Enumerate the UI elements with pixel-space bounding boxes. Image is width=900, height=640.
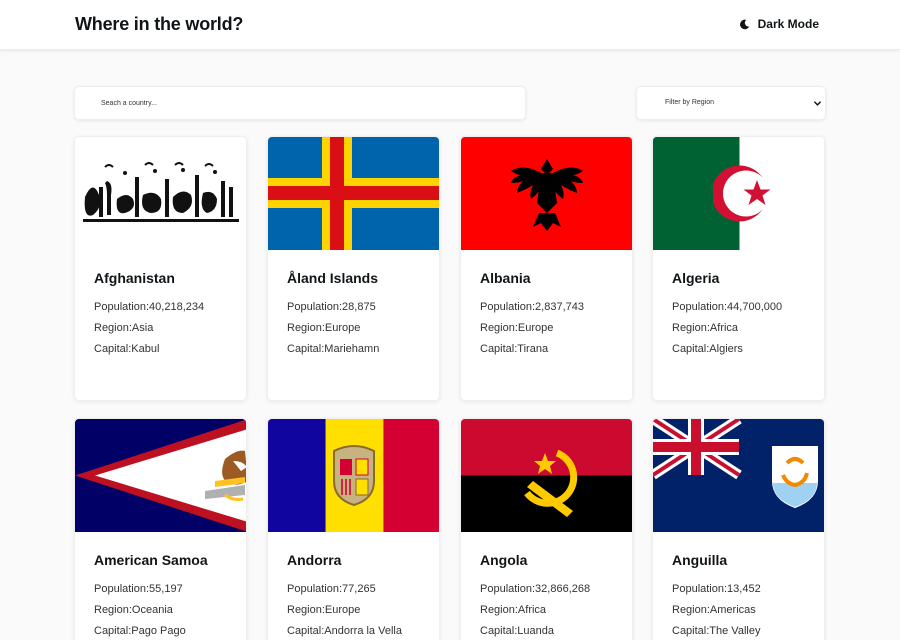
chevron-down-icon: [814, 101, 821, 106]
search-box: [74, 86, 526, 120]
population-row: Population:32,866,268: [480, 583, 591, 595]
capital-row: Capital:Andorra la Vella: [287, 625, 402, 637]
country-card[interactable]: Algeria Population:44,700,000 Region:Afr…: [652, 136, 825, 401]
population-row: Population:77,265: [287, 583, 376, 595]
population-row: Population:40,218,234: [94, 301, 205, 313]
search-input[interactable]: [75, 87, 525, 119]
american-samoa-flag-icon: [75, 419, 246, 532]
country-card[interactable]: American Samoa Population:55,197 Region:…: [74, 418, 247, 640]
country-card[interactable]: Albania Population:2,837,743 Region:Euro…: [460, 136, 633, 401]
population-row: Population:13,452: [672, 583, 761, 595]
country-name: American Samoa: [94, 552, 208, 568]
population-row: Population:44,700,000: [672, 301, 783, 313]
country-card[interactable]: Andorra Population:77,265 Region:Europe …: [267, 418, 440, 640]
dark-mode-toggle[interactable]: Dark Mode: [739, 17, 819, 31]
capital-row: Capital:Algiers: [672, 343, 743, 355]
capital-row: Capital:Mariehamn: [287, 343, 380, 355]
region-row: Region:Africa: [672, 322, 739, 334]
region-row: Region:Africa: [480, 604, 547, 616]
afghanistan-flag-icon: [75, 137, 246, 250]
region-row: Region:Oceania: [94, 604, 173, 616]
capital-row: Capital:The Valley: [672, 625, 761, 637]
region-filter-select[interactable]: Filter by Region: [636, 86, 826, 120]
country-card[interactable]: Afghanistan Population:40,218,234 Region…: [74, 136, 247, 401]
country-name: Anguilla: [672, 552, 728, 568]
capital-row: Capital:Pago Pago: [94, 625, 186, 637]
country-name: Afghanistan: [94, 270, 175, 286]
page-title: Where in the world?: [75, 14, 244, 34]
andorra-flag-icon: [268, 419, 439, 532]
albania-flag-icon: [461, 137, 632, 250]
country-card[interactable]: Angola Population:32,866,268 Region:Afri…: [460, 418, 633, 640]
country-card[interactable]: Anguilla Population:13,452 Region:Americ…: [652, 418, 825, 640]
region-row: Region:Europe: [287, 322, 361, 334]
anguilla-flag-icon: [653, 419, 824, 532]
capital-row: Capital:Kabul: [94, 343, 160, 355]
capital-row: Capital:Luanda: [480, 625, 555, 637]
population-row: Population:28,875: [287, 301, 376, 313]
country-name: Algeria: [672, 270, 720, 286]
population-row: Population:55,197: [94, 583, 183, 595]
country-name: Angola: [480, 552, 528, 568]
region-row: Region:Americas: [672, 604, 756, 616]
country-name: Åland Islands: [287, 270, 379, 286]
algeria-flag-icon: [653, 137, 824, 250]
aland-flag-icon: [268, 137, 439, 250]
dark-mode-label: Dark Mode: [757, 17, 819, 31]
angola-flag-icon: [461, 419, 632, 532]
capital-row: Capital:Tirana: [480, 343, 549, 355]
region-row: Region:Asia: [94, 322, 154, 334]
country-name: Albania: [480, 270, 531, 286]
app-header: Where in the world? Dark Mode: [0, 0, 900, 50]
country-card[interactable]: Åland Islands Population:28,875 Region:E…: [267, 136, 440, 401]
moon-icon: [739, 19, 749, 29]
region-row: Region:Europe: [287, 604, 361, 616]
population-row: Population:2,837,743: [480, 301, 584, 313]
country-name: Andorra: [287, 552, 342, 568]
filter-label: Filter by Region: [665, 99, 715, 106]
region-row: Region:Europe: [480, 322, 554, 334]
